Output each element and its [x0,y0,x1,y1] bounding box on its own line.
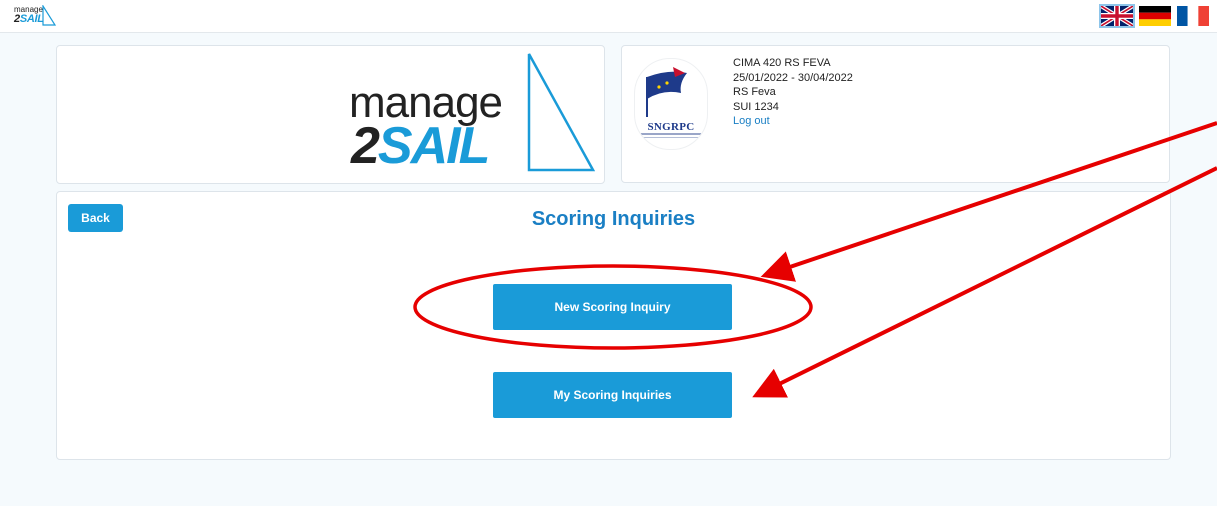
scoring-inquiries-panel: Back Scoring Inquiries New Scoring Inqui… [56,191,1171,460]
brand-card: manage 2SAIL [56,45,605,184]
manage2sail-logo: manage 2SAIL [349,52,599,176]
event-dates: 25/01/2022 - 30/04/2022 [733,71,853,84]
club-logo-text: SNGRPC [647,121,695,133]
event-info: CIMA 420 RS FEVA 25/01/2022 - 30/04/2022… [733,56,853,129]
event-name: CIMA 420 RS FEVA [733,57,831,69]
new-scoring-inquiry-button[interactable]: New Scoring Inquiry [493,284,732,330]
top-bar: manage 2SAIL [0,0,1217,33]
my-scoring-inquiries-button[interactable]: My Scoring Inquiries [493,372,732,418]
manage2sail-mini-logo[interactable]: manage 2SAIL [14,5,60,29]
page-title: Scoring Inquiries [531,208,696,230]
logo-word-2sail: 2SAIL [351,117,490,175]
france-flag-icon[interactable] [1177,6,1209,26]
germany-flag-icon[interactable] [1139,6,1171,26]
club-logo: SNGRPC [634,58,708,150]
sail-icon [42,5,56,26]
club-logo-rule [643,137,699,138]
logout-link[interactable]: Log out [733,115,770,127]
language-selector [1099,4,1209,28]
boat-class: RS Feva [733,86,776,98]
sail-icon [527,53,595,172]
sail-number: SUI 1234 [733,100,779,113]
club-logo-rule [641,133,701,135]
pennant-flag-icon [646,67,687,117]
event-card: SNGRPC CIMA 420 RS FEVA 25/01/2022 - 30/… [621,45,1170,183]
uk-flag-icon[interactable] [1099,4,1135,28]
mini-logo-word-2sail: 2SAIL [14,13,44,25]
